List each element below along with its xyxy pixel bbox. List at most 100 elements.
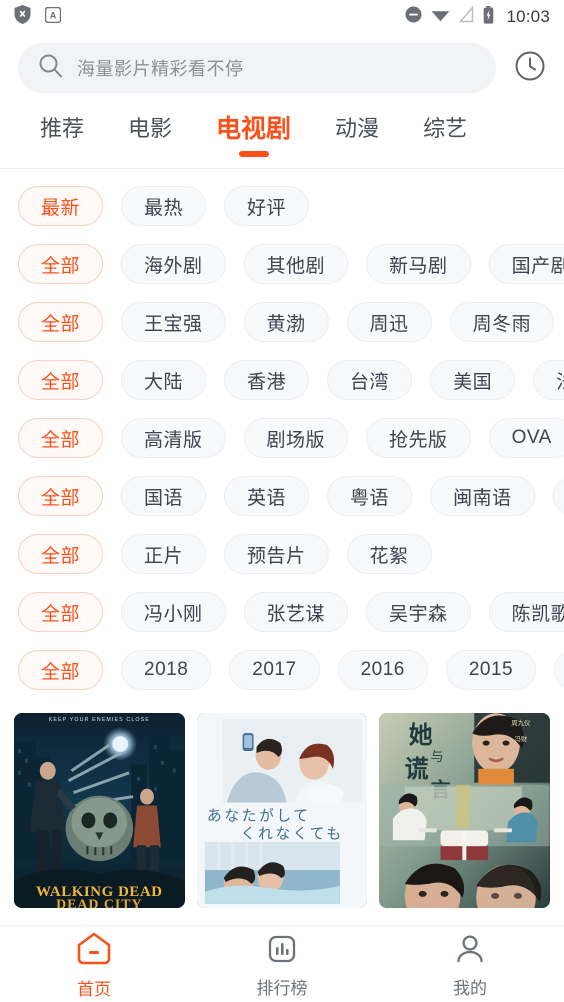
filter-chip[interactable]: 周迅 <box>346 302 432 342</box>
filter-chip[interactable]: 花絮 <box>346 534 432 574</box>
search-input[interactable]: 海量影片精彩看不停 <box>18 43 496 93</box>
person-icon <box>454 933 486 970</box>
status-bar: A 10:03 <box>0 0 564 34</box>
filter-chip[interactable]: 全部 <box>18 244 104 284</box>
filter-chip[interactable]: 2015 <box>445 650 537 690</box>
poster-credit-1: 周九仪 <box>512 718 532 727</box>
filter-chip[interactable]: 香港 <box>224 360 310 400</box>
tab-label: 电影 <box>128 116 173 141</box>
filter-chip[interactable]: 大陆 <box>121 360 207 400</box>
filter-chip[interactable]: 抢先版 <box>366 418 471 458</box>
filter-chip[interactable]: 法国 <box>533 360 564 400</box>
filter-chip[interactable]: 2017 <box>229 650 320 690</box>
poster-grid: KEEP YOUR ENEMIES CLOSE WALKING DEAD DEA… <box>0 705 564 925</box>
filter-chip[interactable]: 冯小刚 <box>121 592 226 632</box>
tab-label: 推荐 <box>40 116 85 141</box>
tab-variety[interactable]: 综艺 <box>401 112 489 160</box>
filter-chip[interactable]: 美国 <box>430 360 516 400</box>
filter-panel: 最新 最热 好评 全部 海外剧 其他剧 新马剧 国产剧 日 全部 王宝强 黄渤 … <box>0 169 564 705</box>
search-icon <box>38 53 63 83</box>
filter-chip[interactable]: 全部 <box>18 476 104 516</box>
tab-tv-series[interactable]: 电视剧 <box>194 112 313 160</box>
filter-chip[interactable]: 正片 <box>121 534 207 574</box>
filter-chip[interactable]: 最新 <box>18 186 104 226</box>
filter-chip[interactable]: 2014 <box>554 650 564 690</box>
filter-chip[interactable]: 其他剧 <box>243 244 349 284</box>
filter-row-year: 全部 2018 2017 2016 2015 2014 <box>0 641 564 699</box>
poster-card-japanese-drama[interactable]: あなたがして くれなくても <box>196 713 368 908</box>
filter-chip[interactable]: 高清版 <box>121 418 226 458</box>
poster-credit-2: 冯财 <box>515 734 528 743</box>
status-bar-right: 10:03 <box>405 5 550 29</box>
poster-art: あなたがして くれなくても <box>196 713 368 908</box>
filter-chip[interactable]: OVA <box>488 418 564 458</box>
filter-chip[interactable]: 全部 <box>18 418 104 458</box>
nav-item-home[interactable]: 首页 <box>0 926 188 1002</box>
filter-chip[interactable]: 王宝强 <box>121 302 226 342</box>
filter-row-director: 全部 冯小刚 张艺谋 吴宇森 陈凯歌 李 <box>0 583 564 641</box>
poster-tagline: KEEP YOUR ENEMIES CLOSE <box>49 717 150 723</box>
wifi-icon <box>431 7 450 27</box>
tab-movie[interactable]: 电影 <box>106 112 194 160</box>
history-clock-icon <box>513 49 547 88</box>
filter-chip[interactable]: 海外剧 <box>121 244 226 284</box>
search-history-button[interactable] <box>510 48 550 88</box>
filter-chip[interactable]: 周冬雨 <box>449 302 555 342</box>
filter-chip[interactable]: 好评 <box>224 186 310 226</box>
search-row: 海量影片精彩看不停 <box>0 34 564 102</box>
status-bar-left: A <box>14 5 62 29</box>
poster-title-char2: 谎 <box>405 755 429 783</box>
poster-card-she-and-lies[interactable]: 她 与 谎 言 周九仪 冯财 <box>379 713 551 908</box>
filter-chip[interactable]: 预告片 <box>224 534 329 574</box>
filter-chip[interactable]: 全部 <box>18 534 104 574</box>
filter-chip[interactable]: 全部 <box>18 302 104 342</box>
filter-chip[interactable]: 闽南语 <box>430 476 535 516</box>
filter-chip[interactable]: 新马剧 <box>366 244 471 284</box>
signal-icon <box>459 5 474 28</box>
filter-chip[interactable]: 台湾 <box>327 360 413 400</box>
filter-chip[interactable]: 陈凯歌 <box>488 592 564 632</box>
poster-card-walking-dead[interactable]: KEEP YOUR ENEMIES CLOSE WALKING DEAD DEA… <box>14 713 185 908</box>
poster-title-char1: 她 <box>409 721 433 749</box>
bottom-navigation: 首页 排行榜 我的 <box>0 925 564 1002</box>
tab-label: 综艺 <box>423 116 468 141</box>
filter-chip[interactable]: 吴宇森 <box>366 592 471 632</box>
filter-chip[interactable]: 全部 <box>18 650 104 690</box>
filter-chip[interactable]: 剧场版 <box>243 418 349 458</box>
search-placeholder: 海量影片精彩看不停 <box>77 59 244 79</box>
filter-chip[interactable]: 2018 <box>121 650 212 690</box>
active-tab-indicator <box>238 151 269 157</box>
battery-icon <box>483 5 494 29</box>
filter-row-sort: 最新 最热 好评 <box>0 177 564 235</box>
tab-recommend[interactable]: 推荐 <box>18 112 106 160</box>
poster-art: KEEP YOUR ENEMIES CLOSE WALKING DEAD DEA… <box>14 713 185 908</box>
filter-chip[interactable]: 国语 <box>121 476 207 516</box>
filter-chip[interactable]: 粤语 <box>327 476 413 516</box>
filter-chip[interactable]: 全部 <box>18 360 104 400</box>
nav-item-ranking[interactable]: 排行榜 <box>188 926 376 1002</box>
tab-label: 电视剧 <box>216 115 292 143</box>
filter-row-category: 全部 海外剧 其他剧 新马剧 国产剧 日 <box>0 235 564 293</box>
filter-row-actor: 全部 王宝强 黄渤 周迅 周冬雨 范冰冰 <box>0 293 564 351</box>
filter-chip[interactable]: 2016 <box>337 650 428 690</box>
nav-item-profile[interactable]: 我的 <box>376 926 564 1002</box>
filter-chip[interactable]: 英语 <box>224 476 310 516</box>
poster-title-line1: あなたがして <box>207 806 311 824</box>
filter-row-type: 全部 正片 预告片 花絮 <box>0 525 564 583</box>
do-not-disturb-icon <box>405 6 422 28</box>
filter-chip[interactable]: 最热 <box>121 186 207 226</box>
nav-label: 排行榜 <box>256 979 308 998</box>
filter-chip[interactable]: 黄渤 <box>243 302 329 342</box>
app-badge-icon: A <box>44 6 62 28</box>
tab-label: 动漫 <box>335 116 380 141</box>
poster-title-line2: くれなくても <box>240 824 343 842</box>
app-root: A 10:03 海量影片精彩看不停 推荐 电影 电视剧 动漫 综艺 最新 最热 … <box>0 0 564 1002</box>
filter-chip[interactable]: 张艺谋 <box>243 592 349 632</box>
poster-art: 她 与 谎 言 周九仪 冯财 <box>379 713 551 908</box>
nav-label: 首页 <box>77 980 111 999</box>
filter-chip[interactable]: 韩语 <box>552 476 564 516</box>
filter-row-region: 全部 大陆 香港 台湾 美国 法国 <box>0 351 564 409</box>
filter-chip[interactable]: 国产剧 <box>488 244 564 284</box>
tab-anime[interactable]: 动漫 <box>313 112 401 160</box>
filter-chip[interactable]: 全部 <box>18 592 104 632</box>
